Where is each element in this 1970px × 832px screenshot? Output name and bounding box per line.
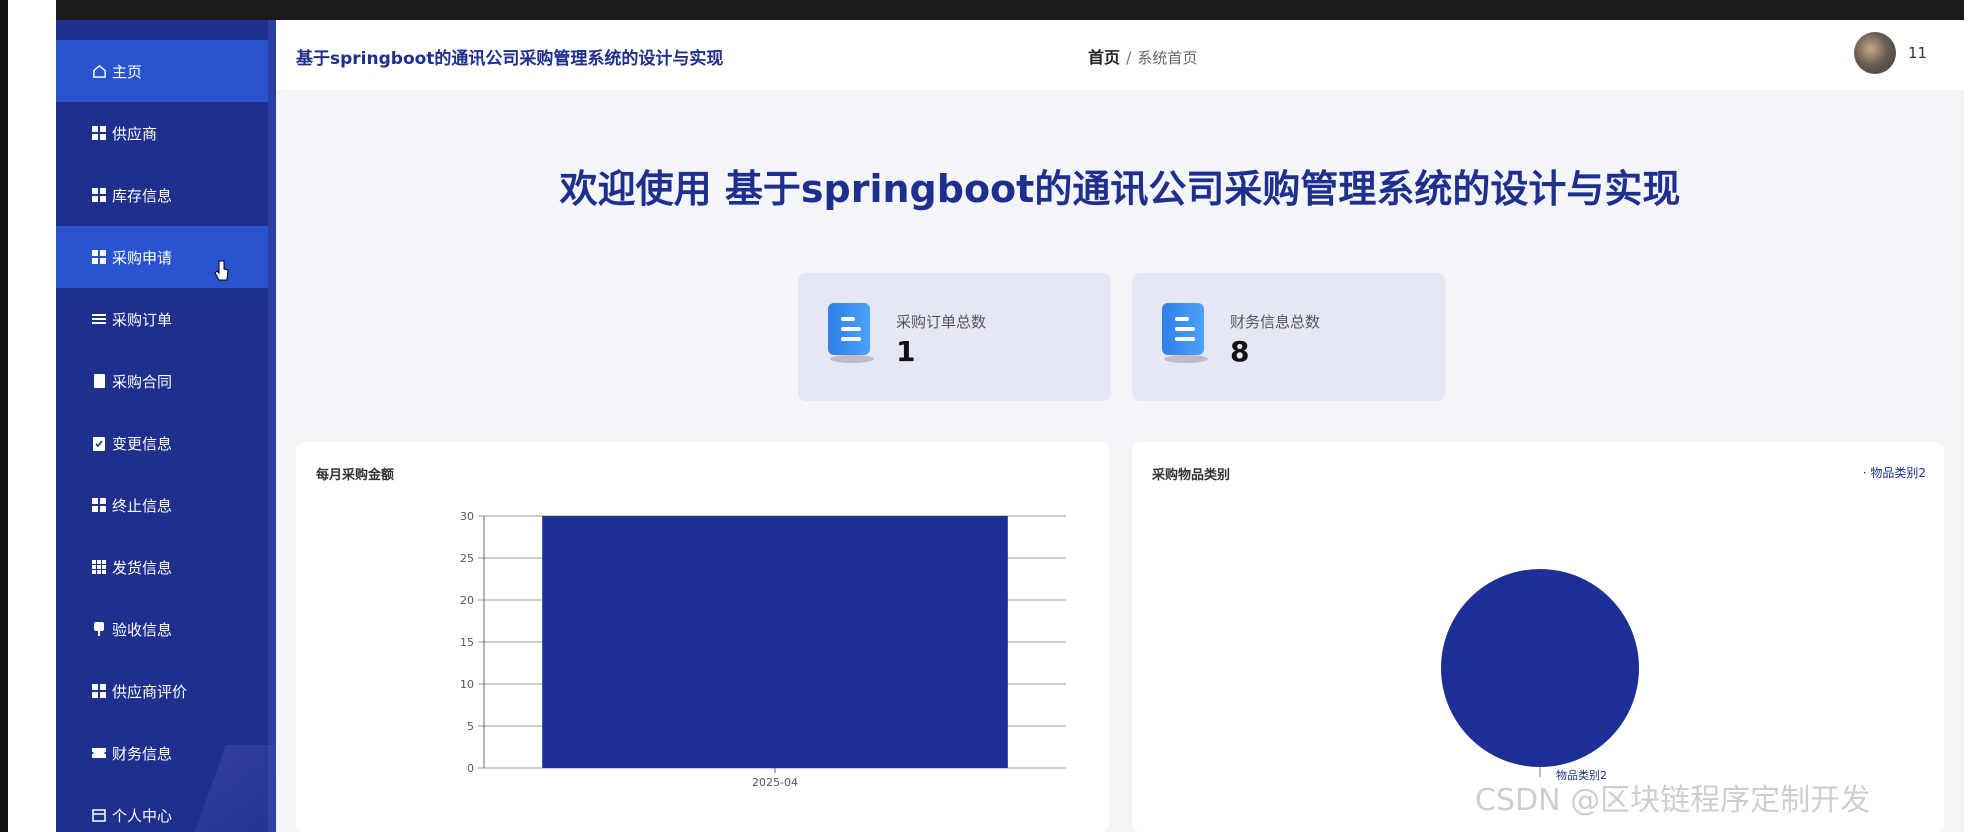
sidebar-item-termination[interactable]: 终止信息 (56, 474, 276, 536)
bar-chart: 0 5 10 15 20 25 30 2025-04 (460, 510, 1066, 789)
stat-card-orders: 采购订单总数 1 (798, 273, 1111, 401)
category-panel: 采购物品类别 · 物品类别2 物品类别2 (1132, 442, 1944, 832)
sidebar-item-change-info[interactable]: 变更信息 (56, 412, 276, 474)
window-icon (90, 808, 108, 822)
sidebar-item-label: 采购申请 (112, 248, 173, 267)
stat-value: 8 (1230, 335, 1250, 368)
clipboard-icon (90, 374, 108, 388)
x-tick-label: 2025-04 (752, 776, 798, 789)
right-window-edge (1964, 0, 1970, 832)
grid-icon (90, 250, 108, 264)
table-icon (90, 560, 108, 574)
sidebar-item-label: 主页 (112, 62, 143, 81)
breadcrumb: 首页 / 系统首页 (1088, 44, 1197, 68)
avatar[interactable] (1854, 32, 1896, 74)
sidebar-item-label: 采购合同 (112, 372, 173, 391)
sidebar-item-label: 供应商评价 (112, 682, 188, 701)
y-tick-label: 0 (467, 762, 474, 775)
grid-icon (90, 126, 108, 140)
sidebar-item-home[interactable]: 主页 (56, 40, 276, 102)
username: 11 (1908, 44, 1928, 62)
home-icon (90, 64, 108, 79)
sidebar: 主页 供应商 库存信息 采购申请 采购订单 采购合同 变更信息 终止信息 发货信… (56, 20, 276, 832)
sidebar-item-label: 验收信息 (112, 620, 173, 639)
welcome-heading: 欢迎使用 基于springboot的通讯公司采购管理系统的设计与实现 (559, 167, 1681, 211)
grid-icon (90, 498, 108, 512)
stat-label: 财务信息总数 (1230, 313, 1321, 331)
y-tick-label: 20 (460, 594, 474, 607)
stat-label: 采购订单总数 (896, 313, 987, 331)
grid-icon (90, 188, 108, 202)
sidebar-item-purchase-order[interactable]: 采购订单 (56, 288, 276, 350)
breadcrumb-separator: / (1126, 48, 1132, 67)
sidebar-item-label: 终止信息 (112, 496, 173, 515)
list-icon (90, 314, 108, 324)
sidebar-item-contract[interactable]: 采购合同 (56, 350, 276, 412)
cursor-icon (214, 260, 229, 281)
y-tick-label: 30 (460, 510, 474, 523)
document-icon (828, 303, 876, 363)
top-bar: 基于springboot的通讯公司采购管理系统的设计与实现 首页 / 系统首页 11 (276, 20, 1964, 90)
sidebar-item-label: 个人中心 (112, 806, 173, 825)
stamp-icon (90, 622, 108, 636)
sidebar-item-purchase-request[interactable]: 采购申请 (56, 226, 276, 288)
y-tick-label: 5 (467, 720, 474, 733)
sidebar-item-label: 采购订单 (112, 310, 173, 329)
document-icon (1162, 303, 1210, 363)
site-title: 基于springboot的通讯公司采购管理系统的设计与实现 (296, 49, 724, 69)
sidebar-item-label: 库存信息 (112, 186, 173, 205)
clipboard-check-icon (90, 436, 108, 451)
y-tick-label: 10 (460, 678, 474, 691)
breadcrumb-home-link[interactable]: 首页 (1088, 48, 1120, 67)
user-menu[interactable]: 11 (1854, 32, 1927, 74)
y-tick-label: 25 (460, 552, 474, 565)
stat-card-finance: 财务信息总数 8 (1132, 273, 1445, 401)
sidebar-item-label: 变更信息 (112, 434, 173, 453)
breadcrumb-current: 系统首页 (1137, 49, 1198, 67)
ticket-icon (90, 748, 108, 758)
sidebar-item-label: 发货信息 (112, 558, 173, 577)
sidebar-item-inventory[interactable]: 库存信息 (56, 164, 276, 226)
main-content: 基于springboot的通讯公司采购管理系统的设计与实现 首页 / 系统首页 11… (276, 20, 1964, 832)
sidebar-item-shipping[interactable]: 发货信息 (56, 536, 276, 598)
sidebar-divider (268, 20, 276, 832)
stat-value: 1 (896, 335, 916, 368)
sidebar-item-suppliers[interactable]: 供应商 (56, 102, 276, 164)
sidebar-item-label: 财务信息 (112, 744, 173, 763)
sidebar-item-supplier-review[interactable]: 供应商评价 (56, 660, 276, 722)
watermark: CSDN @区块链程序定制开发 (1475, 783, 1871, 818)
left-window-edge (0, 0, 56, 832)
monthly-amount-panel: 每月采购金额 0 5 10 15 20 25 30 2025-04 (296, 442, 1109, 832)
sidebar-item-label: 供应商 (112, 124, 158, 143)
grid-icon (90, 684, 108, 698)
y-tick-label: 15 (460, 636, 474, 649)
bar (542, 516, 1008, 768)
sidebar-item-acceptance[interactable]: 验收信息 (56, 598, 276, 660)
pie-slice (1441, 569, 1639, 767)
